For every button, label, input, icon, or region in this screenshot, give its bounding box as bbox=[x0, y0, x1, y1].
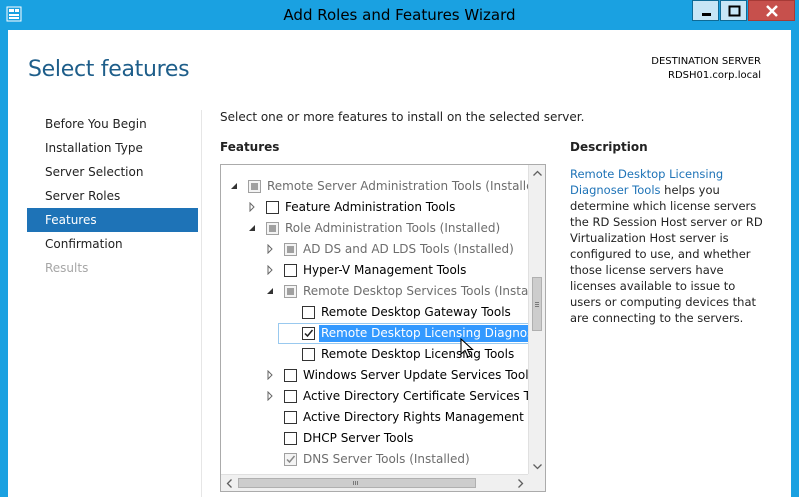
tree-row[interactable]: DNS Server Tools (Installed) bbox=[221, 449, 529, 470]
scroll-left-icon[interactable] bbox=[221, 475, 238, 492]
feature-checkbox[interactable] bbox=[302, 306, 315, 319]
maximize-icon bbox=[728, 5, 741, 17]
tree-row[interactable]: Remote Desktop Licensing Diagnoser Tools bbox=[221, 323, 529, 344]
partial-check-indicator bbox=[287, 288, 294, 295]
tree-row-label: DNS Server Tools (Installed) bbox=[303, 452, 470, 466]
nav-item-results: Results bbox=[45, 261, 89, 275]
checkmark-icon bbox=[286, 455, 296, 464]
tree-row-label: AD DS and AD LDS Tools (Installed) bbox=[303, 242, 514, 256]
tree-row[interactable]: Remote Desktop Gateway Tools bbox=[221, 302, 529, 323]
close-button[interactable] bbox=[748, 0, 795, 21]
feature-checkbox[interactable] bbox=[302, 327, 315, 340]
mouse-cursor-icon bbox=[460, 338, 474, 358]
scrollbar-corner bbox=[528, 474, 545, 491]
divider bbox=[201, 110, 202, 497]
expanded-arrow-icon[interactable] bbox=[265, 286, 275, 296]
description-heading: Description bbox=[570, 140, 648, 154]
feature-checkbox[interactable] bbox=[266, 201, 279, 214]
scroll-right-icon[interactable] bbox=[512, 475, 529, 492]
tree-row[interactable]: Role Administration Tools (Installed) bbox=[221, 218, 529, 239]
checkmark-icon bbox=[304, 329, 314, 338]
destination-label: DESTINATION SERVER bbox=[651, 56, 761, 67]
tree-row-label: DHCP Server Tools bbox=[303, 431, 414, 445]
tree-row-label: Active Directory Certificate Services To… bbox=[303, 389, 529, 403]
instruction-text: Select one or more features to install o… bbox=[220, 110, 585, 124]
nav-item-server-roles[interactable]: Server Roles bbox=[27, 184, 198, 208]
description-body: Remote Desktop Licensing Diagnoser Tools… bbox=[570, 166, 770, 326]
features-tree[interactable]: Remote Server Administration Tools (Inst… bbox=[220, 164, 546, 492]
partial-check-indicator bbox=[287, 246, 294, 253]
tree-row-label: Remote Server Administration Tools (Inst… bbox=[267, 179, 529, 193]
nav-item-confirmation[interactable]: Confirmation bbox=[27, 232, 198, 256]
collapsed-arrow-icon[interactable] bbox=[265, 265, 275, 275]
collapsed-arrow-icon[interactable] bbox=[265, 370, 275, 380]
collapsed-arrow-icon[interactable] bbox=[265, 391, 275, 401]
destination-server-info: DESTINATION SERVER RDSH01.corp.local bbox=[651, 55, 761, 83]
feature-checkbox bbox=[248, 180, 261, 193]
tree-row[interactable]: Active Directory Certificate Services To… bbox=[221, 386, 529, 407]
tree-row-label: Active Directory Rights Management Servi… bbox=[303, 410, 529, 424]
feature-checkbox[interactable] bbox=[284, 390, 297, 403]
tree-row[interactable]: Remote Server Administration Tools (Inst… bbox=[221, 176, 529, 197]
feature-checkbox bbox=[266, 222, 279, 235]
vertical-scroll-thumb[interactable] bbox=[532, 277, 542, 331]
destination-server-name: RDSH01.corp.local bbox=[668, 70, 761, 81]
scroll-up-icon[interactable] bbox=[529, 165, 546, 182]
feature-checkbox bbox=[284, 453, 297, 466]
expanded-arrow-icon[interactable] bbox=[229, 181, 239, 191]
horizontal-scrollbar[interactable] bbox=[221, 474, 529, 491]
tree-row-label: Remote Desktop Licensing Tools bbox=[321, 347, 515, 361]
tree-row[interactable]: Active Directory Rights Management Servi… bbox=[221, 407, 529, 428]
partial-check-indicator bbox=[251, 183, 258, 190]
features-heading: Features bbox=[220, 140, 280, 154]
collapsed-arrow-icon[interactable] bbox=[247, 202, 257, 212]
feature-checkbox[interactable] bbox=[284, 369, 297, 382]
tree-row[interactable]: Hyper-V Management Tools bbox=[221, 260, 529, 281]
feature-checkbox bbox=[284, 243, 297, 256]
maximize-button[interactable] bbox=[720, 0, 747, 21]
scroll-down-icon[interactable] bbox=[529, 458, 546, 475]
tree-row[interactable]: Windows Server Update Services Tools bbox=[221, 365, 529, 386]
nav-item-features[interactable]: Features bbox=[27, 208, 198, 232]
wizard-body: Select features DESTINATION SERVER RDSH0… bbox=[8, 30, 791, 497]
feature-checkbox[interactable] bbox=[302, 348, 315, 361]
title-bar[interactable]: Add Roles and Features Wizard bbox=[0, 0, 799, 30]
feature-checkbox[interactable] bbox=[284, 411, 297, 424]
minimize-icon bbox=[702, 13, 711, 16]
description-text: helps you determine which license server… bbox=[570, 183, 763, 325]
tree-row[interactable]: AD DS and AD LDS Tools (Installed) bbox=[221, 239, 529, 260]
tree-row[interactable]: Remote Desktop Licensing Tools bbox=[221, 344, 529, 365]
wizard-nav: Before You Begin Installation Type Serve… bbox=[27, 112, 198, 280]
nav-item-installation-type[interactable]: Installation Type bbox=[27, 136, 198, 160]
nav-item-server-selection[interactable]: Server Selection bbox=[27, 160, 198, 184]
nav-item-before-you-begin[interactable]: Before You Begin bbox=[27, 112, 198, 136]
feature-checkbox[interactable] bbox=[284, 432, 297, 445]
collapsed-arrow-icon[interactable] bbox=[265, 244, 275, 254]
horizontal-scroll-thumb[interactable] bbox=[238, 478, 476, 488]
tree-row[interactable]: Feature Administration Tools bbox=[221, 197, 529, 218]
tree-row-label: Role Administration Tools (Installed) bbox=[285, 221, 501, 235]
tree-row-label: Feature Administration Tools bbox=[285, 200, 456, 214]
tree-row[interactable]: DHCP Server Tools bbox=[221, 428, 529, 449]
feature-checkbox[interactable] bbox=[284, 264, 297, 277]
page-title: Select features bbox=[28, 57, 190, 82]
tree-row-label: Remote Desktop Gateway Tools bbox=[321, 305, 511, 319]
tree-row[interactable]: Remote Desktop Services Tools (Installed… bbox=[221, 281, 529, 302]
partial-check-indicator bbox=[269, 225, 276, 232]
tree-row-label: Hyper-V Management Tools bbox=[303, 263, 467, 277]
tree-row-label: Remote Desktop Services Tools (Installed… bbox=[303, 284, 529, 298]
expanded-arrow-icon[interactable] bbox=[247, 223, 257, 233]
features-tree-content: Remote Server Administration Tools (Inst… bbox=[221, 165, 529, 475]
minimize-button[interactable] bbox=[692, 0, 719, 21]
vertical-scrollbar[interactable] bbox=[528, 165, 545, 475]
close-icon bbox=[766, 5, 778, 17]
tree-row-label: Remote Desktop Licensing Diagnoser Tools bbox=[321, 326, 529, 340]
tree-row-label: Windows Server Update Services Tools bbox=[303, 368, 529, 382]
window-title: Add Roles and Features Wizard bbox=[283, 6, 516, 24]
feature-checkbox bbox=[284, 285, 297, 298]
